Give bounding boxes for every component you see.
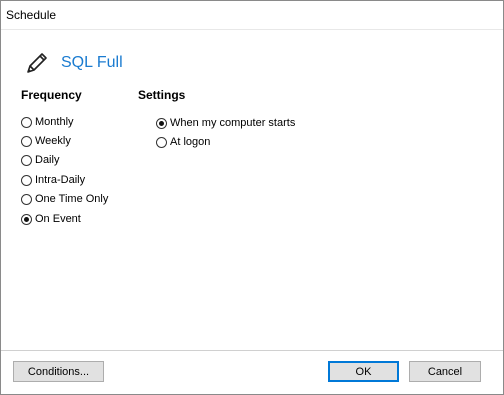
radio-circle[interactable] [21, 116, 32, 128]
title-divider [1, 29, 503, 30]
radio-circle[interactable] [21, 174, 32, 186]
radio-daily[interactable]: Daily [21, 152, 59, 168]
radio-label: Monthly [35, 116, 74, 128]
radio-circle[interactable] [156, 136, 167, 148]
radio-circle[interactable] [156, 117, 167, 129]
frequency-heading: Frequency [21, 88, 82, 102]
window-title: Schedule [6, 8, 57, 22]
pencil-icon [27, 53, 47, 73]
radio-label: On Event [35, 213, 81, 225]
radio-circle[interactable] [21, 154, 32, 166]
page-title: SQL Full [61, 54, 123, 71]
radio-when-computer-starts[interactable]: When my computer starts [156, 115, 295, 131]
radio-intra-daily[interactable]: Intra-Daily [21, 172, 85, 188]
schedule-dialog: Schedule SQL Full Frequency Monthly Week… [0, 0, 504, 395]
radio-on-event[interactable]: On Event [21, 211, 81, 227]
radio-label: Weekly [35, 135, 71, 147]
radio-circle[interactable] [21, 213, 32, 225]
radio-label: When my computer starts [170, 117, 296, 129]
radio-at-logon[interactable]: At logon [156, 134, 210, 150]
radio-label: At logon [170, 136, 211, 148]
footer-divider [1, 350, 503, 351]
radio-monthly[interactable]: Monthly [21, 114, 74, 130]
radio-label: Intra-Daily [35, 174, 86, 186]
radio-one-time-only[interactable]: One Time Only [21, 191, 108, 207]
conditions-button[interactable]: Conditions... [13, 361, 104, 382]
radio-circle[interactable] [21, 135, 32, 147]
radio-circle[interactable] [21, 193, 32, 205]
radio-weekly[interactable]: Weekly [21, 133, 71, 149]
settings-heading: Settings [138, 88, 186, 102]
radio-label: One Time Only [35, 193, 109, 205]
cancel-button[interactable]: Cancel [409, 361, 481, 382]
radio-label: Daily [35, 154, 60, 166]
ok-button[interactable]: OK [328, 361, 399, 382]
title-bar[interactable]: Schedule [1, 1, 503, 29]
